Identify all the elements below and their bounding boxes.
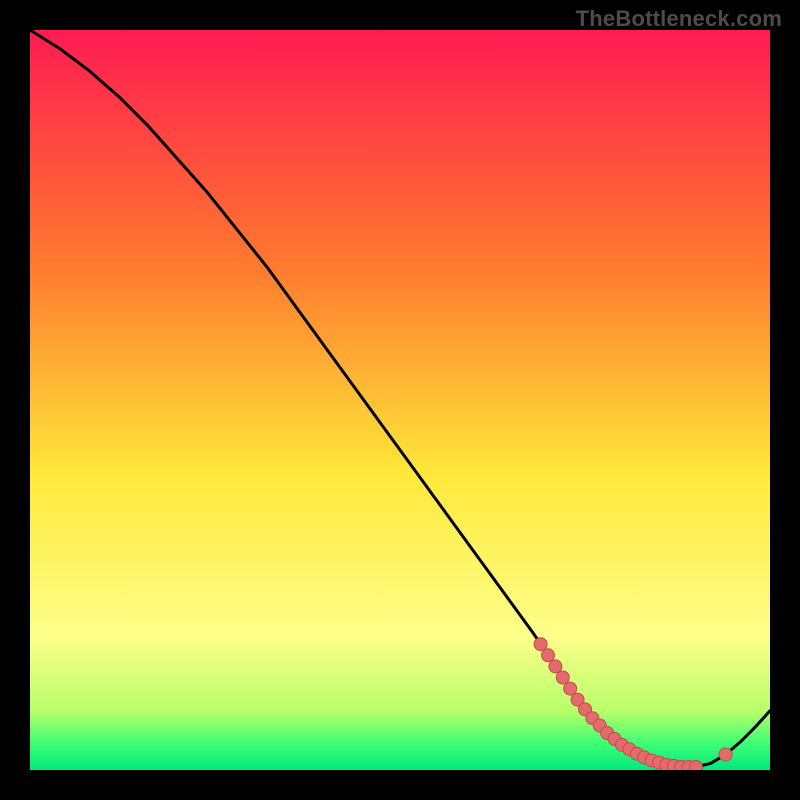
marker-point (719, 748, 732, 761)
marker-point (534, 638, 547, 651)
marker-point (690, 761, 703, 770)
marker-point (564, 682, 577, 695)
watermark-text: TheBottleneck.com (576, 6, 782, 32)
chart-frame: TheBottleneck.com (0, 0, 800, 800)
plot-area (30, 30, 770, 770)
marker-point (549, 660, 562, 673)
marker-point (556, 671, 569, 684)
marker-point (542, 649, 555, 662)
chart-svg (30, 30, 770, 770)
gradient-background (30, 30, 770, 770)
